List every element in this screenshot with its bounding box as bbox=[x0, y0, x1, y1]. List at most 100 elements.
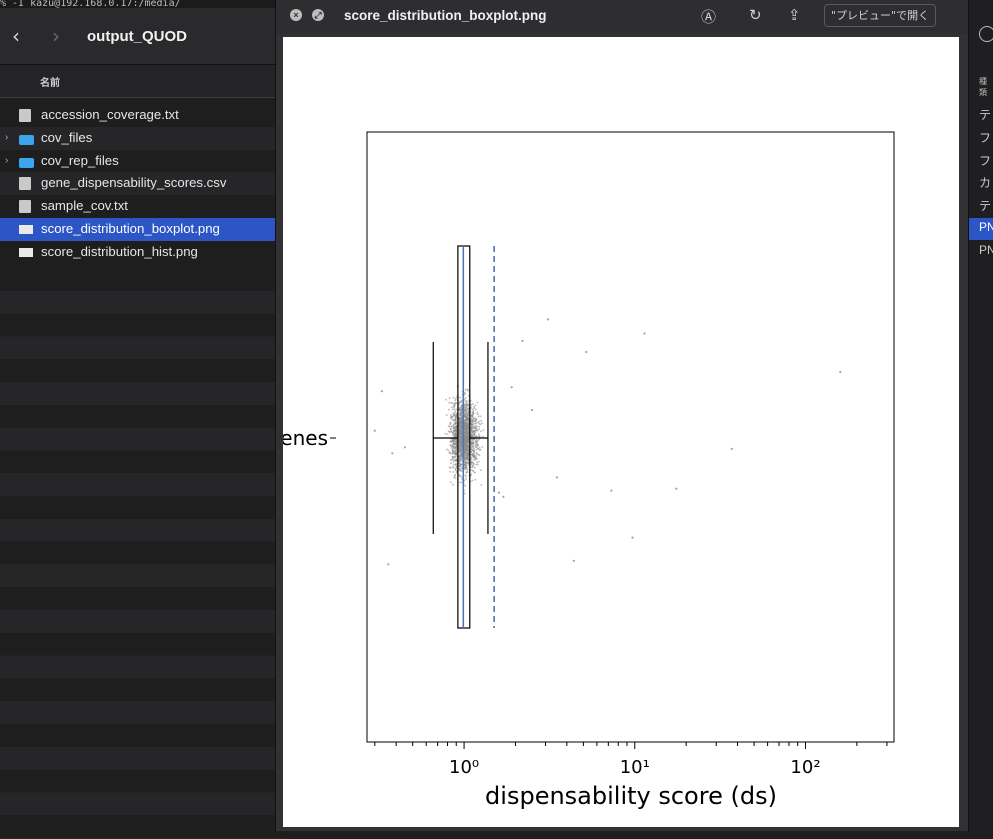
column-header-name[interactable]: 名前 bbox=[0, 65, 285, 98]
data-point bbox=[451, 455, 454, 458]
kind-cell: フ bbox=[979, 130, 992, 145]
data-point bbox=[466, 456, 469, 459]
file-row[interactable]: score_distribution_hist.png bbox=[0, 241, 285, 264]
data-point bbox=[474, 478, 477, 481]
data-point bbox=[467, 389, 469, 392]
data-point bbox=[479, 415, 482, 418]
data-point bbox=[466, 438, 469, 441]
data-point bbox=[473, 453, 476, 456]
data-point bbox=[478, 435, 481, 438]
quicklook-window: × ⤢ score_distribution_boxplot.png Ⓐ ↻ ⇪… bbox=[275, 0, 969, 831]
more-options-icon[interactable] bbox=[979, 26, 993, 42]
data-point bbox=[451, 408, 454, 411]
data-point bbox=[474, 404, 477, 407]
data-point bbox=[466, 420, 468, 423]
terminal-title-strip: % -I kazu@192.168.0.17:/media/ bbox=[0, 0, 285, 8]
outlier-point bbox=[510, 386, 513, 389]
data-point bbox=[476, 463, 479, 466]
data-point bbox=[474, 457, 477, 460]
data-point bbox=[482, 429, 485, 431]
kind-cell: テ bbox=[979, 199, 992, 214]
data-point bbox=[453, 405, 456, 408]
data-point bbox=[473, 450, 475, 453]
data-point bbox=[450, 425, 453, 428]
close-icon[interactable]: × bbox=[290, 9, 302, 21]
outlier-point bbox=[631, 536, 634, 539]
data-point bbox=[465, 478, 467, 480]
data-point bbox=[471, 431, 473, 433]
data-point bbox=[455, 448, 457, 450]
data-point bbox=[451, 483, 454, 486]
fullscreen-icon[interactable]: ⤢ bbox=[312, 9, 324, 21]
data-point bbox=[452, 450, 455, 452]
data-point bbox=[455, 397, 457, 400]
data-point bbox=[452, 443, 455, 445]
data-point bbox=[453, 402, 456, 405]
data-point bbox=[451, 418, 454, 421]
data-point bbox=[455, 460, 458, 463]
share-icon[interactable]: ⇪ bbox=[788, 6, 801, 24]
text-file-icon bbox=[19, 109, 31, 122]
data-point bbox=[463, 436, 466, 439]
file-row[interactable]: › cov_rep_files bbox=[0, 150, 285, 173]
data-point bbox=[454, 422, 457, 425]
data-point bbox=[464, 463, 467, 465]
data-point bbox=[471, 422, 474, 424]
data-point bbox=[474, 455, 477, 457]
data-point bbox=[458, 416, 461, 419]
data-point bbox=[445, 414, 448, 417]
data-point bbox=[460, 446, 463, 449]
data-point bbox=[453, 429, 456, 432]
disclosure-chevron-icon[interactable]: › bbox=[5, 150, 8, 173]
kind-column-header[interactable]: 種類 bbox=[979, 76, 993, 98]
data-point bbox=[459, 453, 462, 455]
data-point bbox=[454, 438, 457, 441]
data-point bbox=[478, 446, 481, 449]
data-point bbox=[451, 431, 453, 434]
column-header-label: 名前 bbox=[40, 78, 60, 89]
data-point bbox=[460, 457, 463, 460]
outlier-point bbox=[521, 339, 524, 342]
file-row[interactable]: › cov_files bbox=[0, 126, 285, 150]
outlier-point bbox=[387, 563, 390, 566]
data-point bbox=[448, 397, 451, 400]
folder-icon bbox=[19, 157, 34, 168]
data-point bbox=[475, 422, 477, 425]
disclosure-chevron-icon[interactable]: › bbox=[5, 127, 8, 150]
data-point bbox=[475, 448, 478, 451]
markup-icon[interactable]: Ⓐ bbox=[701, 6, 716, 27]
outlier-point bbox=[403, 446, 406, 449]
forward-chevron-icon[interactable]: › bbox=[52, 24, 60, 48]
data-point bbox=[447, 449, 450, 452]
data-point bbox=[458, 430, 461, 432]
x-tick-label: 10¹ bbox=[620, 757, 650, 778]
open-in-preview-button[interactable]: "プレビュー"で開く bbox=[824, 4, 937, 27]
data-point bbox=[479, 448, 482, 451]
data-point bbox=[458, 413, 461, 416]
data-point bbox=[464, 429, 467, 431]
data-point bbox=[466, 470, 469, 473]
data-point bbox=[471, 423, 474, 426]
data-point bbox=[459, 401, 462, 404]
data-point bbox=[451, 416, 454, 419]
outlier-point bbox=[391, 452, 394, 455]
file-row[interactable]: sample_cov.txt bbox=[0, 195, 285, 218]
data-point bbox=[475, 441, 477, 444]
rotate-icon[interactable]: ↻ bbox=[749, 6, 762, 24]
data-point bbox=[446, 433, 449, 436]
data-point bbox=[460, 476, 462, 478]
outlier-point bbox=[497, 491, 500, 494]
back-chevron-icon[interactable]: ‹ bbox=[12, 24, 20, 48]
file-row[interactable]: accession_coverage.txt bbox=[0, 104, 285, 127]
data-point bbox=[466, 404, 469, 407]
data-point bbox=[459, 420, 461, 423]
data-point bbox=[481, 446, 484, 448]
x-tick-label: 10² bbox=[790, 757, 820, 778]
data-point bbox=[459, 463, 462, 466]
data-point bbox=[481, 422, 483, 425]
data-point bbox=[471, 418, 474, 421]
data-point bbox=[473, 455, 475, 458]
data-point bbox=[476, 425, 478, 427]
file-row[interactable]: gene_dispensability_scores.csv bbox=[0, 172, 285, 196]
file-row[interactable]: score_distribution_boxplot.png bbox=[0, 217, 285, 241]
